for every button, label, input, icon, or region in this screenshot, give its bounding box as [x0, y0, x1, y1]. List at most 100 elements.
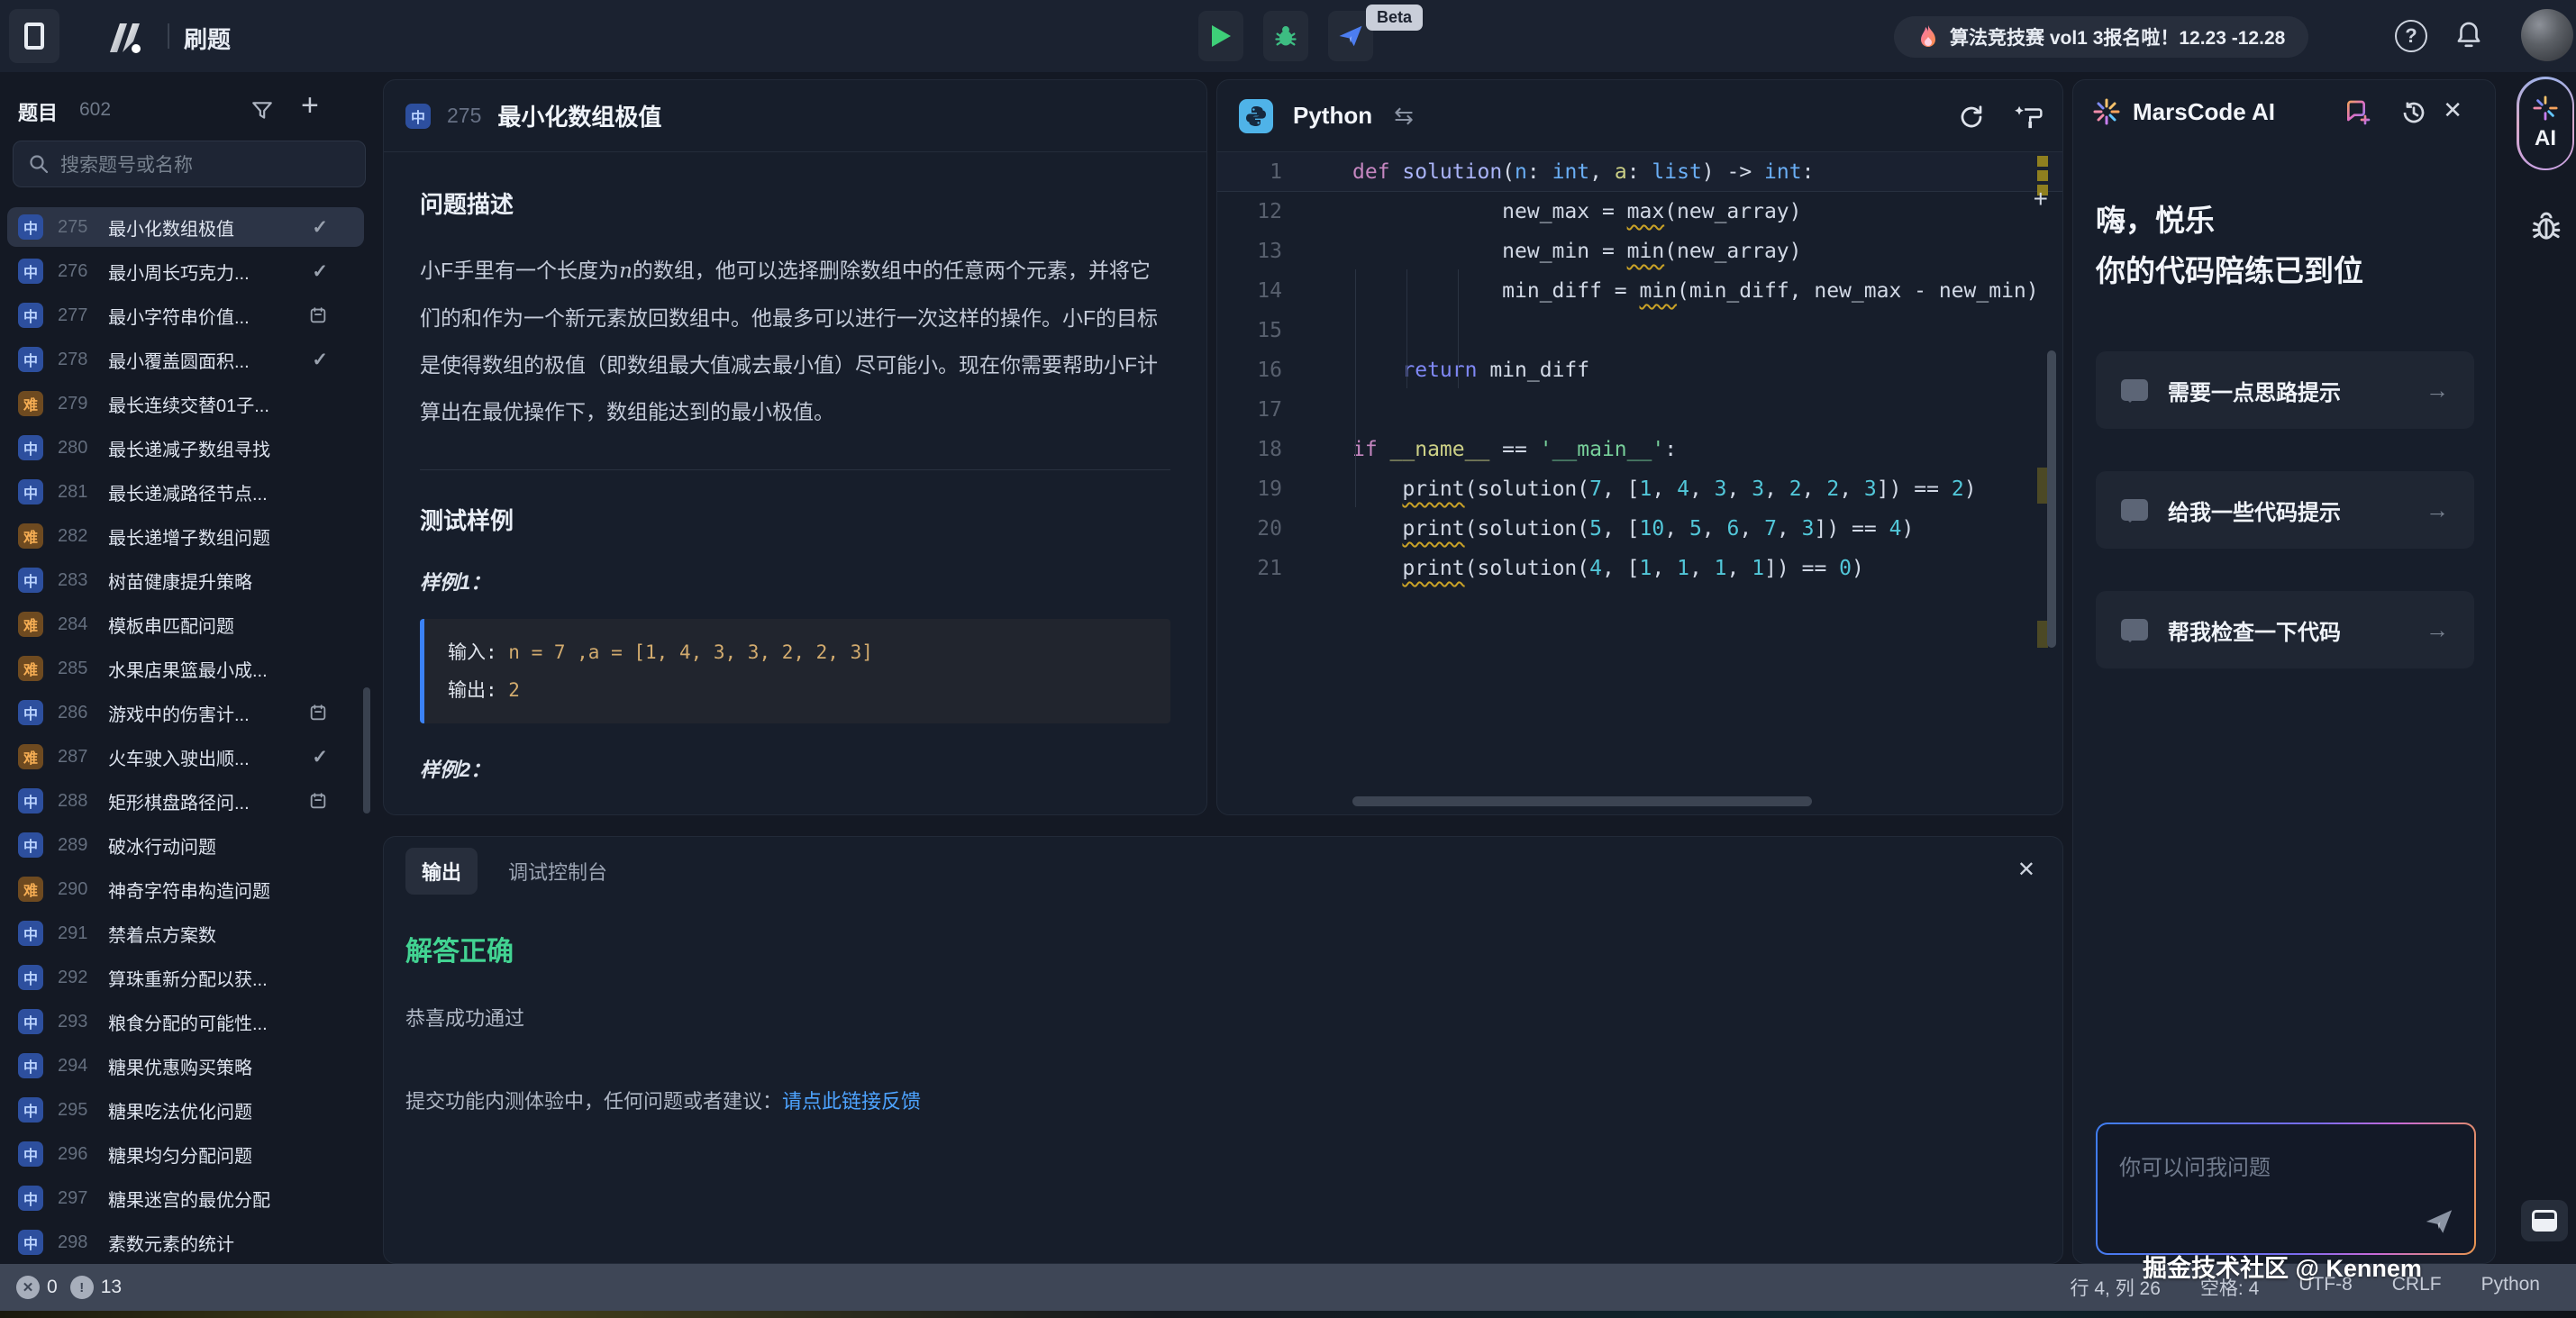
reset-code-button[interactable]: [1958, 104, 1985, 131]
ai-question-input[interactable]: 你可以问我问题: [2098, 1124, 2474, 1253]
code-token: ,: [1689, 557, 1715, 580]
bell-icon: [2454, 20, 2483, 50]
tab-output[interactable]: 输出: [405, 848, 478, 895]
run-button[interactable]: [1198, 11, 1243, 61]
code-token: ) ->: [1702, 160, 1764, 184]
problem-list-item[interactable]: 中294糖果优惠购买策略: [7, 1046, 364, 1086]
ai-panel-title: MarsCode AI: [2133, 98, 2275, 126]
problem-list-item[interactable]: 中275最小化数组极值✓: [7, 207, 364, 247]
problem-list-item[interactable]: 中277最小字符串价值...: [7, 295, 364, 335]
problem-name: 最长连续交替01子...: [108, 391, 269, 417]
problem-list-item[interactable]: 中298素数元素的统计: [7, 1223, 364, 1262]
problem-list-item[interactable]: 难290神奇字符串构造问题: [7, 869, 364, 909]
problem-list-item[interactable]: 难287火车驶入驶出顺...✓: [7, 737, 364, 777]
editor-horizontal-scrollbar[interactable]: [1352, 796, 1812, 806]
problem-list-item[interactable]: 中297糖果迷宫的最优分配: [7, 1178, 364, 1218]
ai-suggestion-card[interactable]: 需要一点思路提示→: [2096, 351, 2474, 429]
ai-suggestion-card[interactable]: 帮我检查一下代码→: [2096, 591, 2474, 668]
code-line[interactable]: 13 new_min = min(new_array): [1217, 232, 2062, 271]
feedback-link[interactable]: 请点此链接反馈: [782, 1090, 921, 1113]
code-line[interactable]: 18if __name__ == '__main__':: [1217, 430, 2062, 469]
send-plane-icon: [2424, 1206, 2454, 1237]
problem-list-item[interactable]: 中296糖果均匀分配问题: [7, 1134, 364, 1174]
sticky-code-line[interactable]: 1def solution(n: int, a: list) -> int:: [1217, 152, 2062, 192]
code-token: 5: [1589, 517, 1602, 541]
language-mode[interactable]: Python: [2481, 1274, 2540, 1301]
contest-banner[interactable]: 算法竞技赛 vol1 3报名啦！12.23 -12.28: [1894, 16, 2308, 58]
help-button[interactable]: ?: [2395, 20, 2427, 52]
code-token: ,: [1702, 517, 1727, 541]
marscode-logo-icon[interactable]: [106, 20, 146, 54]
code-token: list: [1652, 160, 1701, 184]
problem-description: 小F手里有一个长度为n的数组，他可以选择删除数组中的任意两个元素，并将它们的和作…: [420, 247, 1170, 435]
problem-list-item[interactable]: 中281最长递减路径节点...: [7, 472, 364, 512]
ai-suggestion-card[interactable]: 给我一些代码提示→: [2096, 471, 2474, 549]
watermark: 掘金技术社区 @ Kennem: [2143, 1249, 2422, 1284]
line-number: 14: [1217, 271, 1307, 311]
problem-list-item[interactable]: 难285水果店果篮最小成...: [7, 649, 364, 688]
close-icon[interactable]: ✕: [2017, 857, 2035, 883]
problem-list-item[interactable]: 中295糖果吃法优化问题: [7, 1090, 364, 1130]
problem-list-item[interactable]: 难284模板串匹配问题: [7, 604, 364, 644]
add-problem-button[interactable]: +: [301, 88, 319, 123]
beta-badge: Beta: [1366, 5, 1423, 31]
language-switch-icon[interactable]: ⇆: [1394, 102, 1414, 130]
new-chat-button[interactable]: [2344, 98, 2372, 127]
send-button[interactable]: [2424, 1206, 2454, 1237]
difficulty-badge: 中: [18, 347, 43, 372]
add-line-icon[interactable]: +: [2034, 185, 2048, 214]
problems-status[interactable]: ✕ 0 ! 13: [16, 1276, 134, 1299]
code-line[interactable]: 14 min_diff = min(min_diff, new_max - ne…: [1217, 271, 2062, 311]
code-text: new_min = min(new_array): [1352, 232, 1802, 271]
problem-list-item[interactable]: 难282最长递增子数组问题: [7, 516, 364, 556]
editor-vertical-scrollbar[interactable]: [2047, 350, 2056, 648]
code-token: __name__: [1390, 438, 1490, 461]
activity-debug-tab[interactable]: [2530, 209, 2562, 243]
code-token: 1: [1715, 557, 1727, 580]
sidebar-scrollbar[interactable]: [363, 687, 370, 814]
problem-list-item[interactable]: 中289破冰行动问题: [7, 825, 364, 865]
sidebar-toggle-button[interactable]: [9, 9, 59, 63]
problem-list-item[interactable]: 中291禁着点方案数: [7, 914, 364, 953]
search-icon: [28, 153, 50, 175]
problem-list-item[interactable]: 中276最小周长巧克力...✓: [7, 251, 364, 291]
tab-debug-console[interactable]: 调试控制台: [508, 857, 607, 886]
user-avatar[interactable]: [2521, 9, 2573, 61]
code-line[interactable]: 17: [1217, 390, 2062, 430]
code-line[interactable]: 15: [1217, 311, 2062, 350]
problem-list-item[interactable]: 难279最长连续交替01子...: [7, 384, 364, 423]
notifications-button[interactable]: [2454, 20, 2483, 50]
code-token: 3: [1715, 477, 1727, 501]
code-editor[interactable]: 1def solution(n: int, a: list) -> int:12…: [1217, 152, 2062, 815]
problem-list-item[interactable]: 中286游戏中的伤害计...: [7, 693, 364, 732]
code-token: new_max =: [1352, 200, 1627, 223]
problem-list-item[interactable]: 中293粮食分配的可能性...: [7, 1002, 364, 1041]
code-token: (: [1502, 160, 1515, 184]
code-line[interactable]: 20 print(solution(5, [10, 5, 6, 7, 3]) =…: [1217, 509, 2062, 549]
code-token: ,: [1652, 557, 1677, 580]
problem-list-item[interactable]: 中292算珠重新分配以获...: [7, 958, 364, 997]
arrow-right-icon: →: [2426, 496, 2449, 524]
search-input[interactable]: 搜索题号或名称: [13, 141, 366, 187]
history-button[interactable]: [2399, 98, 2428, 127]
close-icon[interactable]: ✕: [2443, 96, 2462, 124]
code-token: 4: [1589, 557, 1602, 580]
code-line[interactable]: 12 new_max = max(new_array): [1217, 192, 2062, 232]
activity-ai-tab[interactable]: AI: [2517, 77, 2574, 170]
code-line[interactable]: 16 return min_diff: [1217, 350, 2062, 390]
debug-button[interactable]: [1263, 11, 1308, 61]
difficulty-badge: 难: [18, 612, 43, 637]
problem-list-item[interactable]: 中283树苗健康提升策略: [7, 560, 364, 600]
arrow-right-icon: →: [2426, 616, 2449, 644]
problem-list-item[interactable]: 中278最小覆盖圆面积...✓: [7, 340, 364, 379]
filter-button[interactable]: [250, 99, 274, 123]
code-line[interactable]: 21 print(solution(4, [1, 1, 1, 1]) == 0): [1217, 549, 2062, 588]
problem-list-item[interactable]: 中280最长递减子数组寻找: [7, 428, 364, 468]
feedback-line: 提交功能内测体验中，任何问题或者建议：请点此链接反馈: [405, 1086, 2062, 1114]
problem-number: 285: [58, 659, 99, 679]
toggle-panel-button[interactable]: [2521, 1200, 2568, 1241]
format-code-button[interactable]: [2014, 104, 2044, 131]
problem-list-item[interactable]: 中288矩形棋盘路径问...: [7, 781, 364, 821]
code-line[interactable]: 19 print(solution(7, [1, 4, 3, 3, 2, 2, …: [1217, 469, 2062, 509]
output-header: 输出 调试控制台 ✕: [384, 837, 2062, 905]
